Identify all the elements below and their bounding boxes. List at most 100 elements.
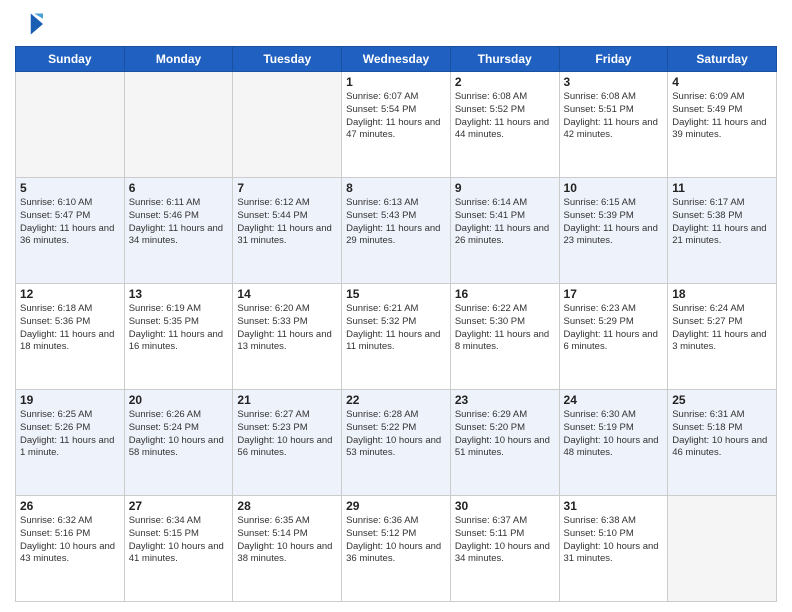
calendar-table: SundayMondayTuesdayWednesdayThursdayFrid… xyxy=(15,46,777,602)
day-number: 10 xyxy=(564,181,664,195)
calendar-cell: 12 Sunrise: 6:18 AMSunset: 5:36 PMDayligh… xyxy=(16,284,125,390)
calendar-cell: 10 Sunrise: 6:15 AMSunset: 5:39 PMDayligh… xyxy=(559,178,668,284)
calendar-cell: 28 Sunrise: 6:35 AMSunset: 5:14 PMDayligh… xyxy=(233,496,342,602)
header xyxy=(15,10,777,38)
calendar-cell xyxy=(16,72,125,178)
day-info: Sunrise: 6:10 AMSunset: 5:47 PMDaylight:… xyxy=(20,197,120,248)
calendar-cell: 20 Sunrise: 6:26 AMSunset: 5:24 PMDayligh… xyxy=(124,390,233,496)
calendar-header-thursday: Thursday xyxy=(450,47,559,72)
day-info: Sunrise: 6:24 AMSunset: 5:27 PMDaylight:… xyxy=(672,303,772,354)
calendar-cell: 4Sunrise: 6:09 AMSunset: 5:49 PMDaylight… xyxy=(668,72,777,178)
calendar-cell: 1 Sunrise: 6:07 AMSunset: 5:54 PMDaylight… xyxy=(342,72,451,178)
calendar-cell: 5 Sunrise: 6:10 AMSunset: 5:47 PMDaylight… xyxy=(16,178,125,284)
day-info: Sunrise: 6:07 AMSunset: 5:54 PMDaylight:… xyxy=(346,91,446,142)
day-number: 31 xyxy=(564,499,664,513)
day-info: Sunrise: 6:25 AMSunset: 5:26 PMDaylight:… xyxy=(20,409,120,460)
page: SundayMondayTuesdayWednesdayThursdayFrid… xyxy=(0,0,792,612)
day-number: 25 xyxy=(672,393,772,407)
day-info: Sunrise: 6:32 AMSunset: 5:16 PMDaylight:… xyxy=(20,515,120,566)
day-number: 14 xyxy=(237,287,337,301)
calendar-cell: 7 Sunrise: 6:12 AMSunset: 5:44 PMDaylight… xyxy=(233,178,342,284)
day-number: 13 xyxy=(129,287,229,301)
calendar-header-sunday: Sunday xyxy=(16,47,125,72)
day-info: Sunrise: 6:08 AMSunset: 5:51 PMDaylight:… xyxy=(564,91,664,142)
day-number: 1 xyxy=(346,75,446,89)
calendar-cell: 17 Sunrise: 6:23 AMSunset: 5:29 PMDayligh… xyxy=(559,284,668,390)
calendar-cell xyxy=(233,72,342,178)
calendar-cell: 26 Sunrise: 6:32 AMSunset: 5:16 PMDayligh… xyxy=(16,496,125,602)
calendar-header-saturday: Saturday xyxy=(668,47,777,72)
day-info: Sunrise: 6:08 AMSunset: 5:52 PMDaylight:… xyxy=(455,91,555,142)
day-info: Sunrise: 6:23 AMSunset: 5:29 PMDaylight:… xyxy=(564,303,664,354)
calendar-week-row: 19 Sunrise: 6:25 AMSunset: 5:26 PMDayligh… xyxy=(16,390,777,496)
calendar-cell: 29 Sunrise: 6:36 AMSunset: 5:12 PMDayligh… xyxy=(342,496,451,602)
calendar-week-row: 1 Sunrise: 6:07 AMSunset: 5:54 PMDaylight… xyxy=(16,72,777,178)
calendar-week-row: 5 Sunrise: 6:10 AMSunset: 5:47 PMDaylight… xyxy=(16,178,777,284)
calendar-header-friday: Friday xyxy=(559,47,668,72)
day-number: 20 xyxy=(129,393,229,407)
calendar-cell: 2 Sunrise: 6:08 AMSunset: 5:52 PMDaylight… xyxy=(450,72,559,178)
calendar-cell: 24 Sunrise: 6:30 AMSunset: 5:19 PMDayligh… xyxy=(559,390,668,496)
day-number: 2 xyxy=(455,75,555,89)
calendar-cell: 18 Sunrise: 6:24 AMSunset: 5:27 PMDayligh… xyxy=(668,284,777,390)
day-number: 23 xyxy=(455,393,555,407)
day-number: 22 xyxy=(346,393,446,407)
calendar-week-row: 26 Sunrise: 6:32 AMSunset: 5:16 PMDayligh… xyxy=(16,496,777,602)
day-number: 16 xyxy=(455,287,555,301)
day-info: Sunrise: 6:30 AMSunset: 5:19 PMDaylight:… xyxy=(564,409,664,460)
calendar-cell: 14Sunrise: 6:20 AMSunset: 5:33 PMDayligh… xyxy=(233,284,342,390)
calendar-week-row: 12 Sunrise: 6:18 AMSunset: 5:36 PMDayligh… xyxy=(16,284,777,390)
day-number: 30 xyxy=(455,499,555,513)
calendar-cell xyxy=(124,72,233,178)
calendar-cell: 3Sunrise: 6:08 AMSunset: 5:51 PMDaylight… xyxy=(559,72,668,178)
calendar-cell: 11Sunrise: 6:17 AMSunset: 5:38 PMDayligh… xyxy=(668,178,777,284)
day-number: 29 xyxy=(346,499,446,513)
calendar-cell: 8 Sunrise: 6:13 AMSunset: 5:43 PMDaylight… xyxy=(342,178,451,284)
day-number: 8 xyxy=(346,181,446,195)
day-info: Sunrise: 6:28 AMSunset: 5:22 PMDaylight:… xyxy=(346,409,446,460)
day-number: 6 xyxy=(129,181,229,195)
day-number: 18 xyxy=(672,287,772,301)
day-info: Sunrise: 6:26 AMSunset: 5:24 PMDaylight:… xyxy=(129,409,229,460)
day-info: Sunrise: 6:17 AMSunset: 5:38 PMDaylight:… xyxy=(672,197,772,248)
day-info: Sunrise: 6:34 AMSunset: 5:15 PMDaylight:… xyxy=(129,515,229,566)
logo xyxy=(15,10,47,38)
day-info: Sunrise: 6:19 AMSunset: 5:35 PMDaylight:… xyxy=(129,303,229,354)
day-info: Sunrise: 6:11 AMSunset: 5:46 PMDaylight:… xyxy=(129,197,229,248)
day-number: 24 xyxy=(564,393,664,407)
day-number: 28 xyxy=(237,499,337,513)
calendar-cell: 9Sunrise: 6:14 AMSunset: 5:41 PMDaylight… xyxy=(450,178,559,284)
day-info: Sunrise: 6:18 AMSunset: 5:36 PMDaylight:… xyxy=(20,303,120,354)
day-info: Sunrise: 6:22 AMSunset: 5:30 PMDaylight:… xyxy=(455,303,555,354)
day-info: Sunrise: 6:35 AMSunset: 5:14 PMDaylight:… xyxy=(237,515,337,566)
day-info: Sunrise: 6:27 AMSunset: 5:23 PMDaylight:… xyxy=(237,409,337,460)
day-info: Sunrise: 6:36 AMSunset: 5:12 PMDaylight:… xyxy=(346,515,446,566)
calendar-cell: 30 Sunrise: 6:37 AMSunset: 5:11 PMDayligh… xyxy=(450,496,559,602)
calendar-cell: 13 Sunrise: 6:19 AMSunset: 5:35 PMDayligh… xyxy=(124,284,233,390)
calendar-cell: 15 Sunrise: 6:21 AMSunset: 5:32 PMDayligh… xyxy=(342,284,451,390)
calendar-header-monday: Monday xyxy=(124,47,233,72)
calendar-cell: 23Sunrise: 6:29 AMSunset: 5:20 PMDayligh… xyxy=(450,390,559,496)
day-number: 15 xyxy=(346,287,446,301)
day-info: Sunrise: 6:12 AMSunset: 5:44 PMDaylight:… xyxy=(237,197,337,248)
logo-icon xyxy=(15,10,43,38)
day-info: Sunrise: 6:15 AMSunset: 5:39 PMDaylight:… xyxy=(564,197,664,248)
calendar-cell: 27 Sunrise: 6:34 AMSunset: 5:15 PMDayligh… xyxy=(124,496,233,602)
day-info: Sunrise: 6:13 AMSunset: 5:43 PMDaylight:… xyxy=(346,197,446,248)
calendar-cell xyxy=(668,496,777,602)
day-number: 19 xyxy=(20,393,120,407)
day-number: 12 xyxy=(20,287,120,301)
day-number: 5 xyxy=(20,181,120,195)
day-info: Sunrise: 6:21 AMSunset: 5:32 PMDaylight:… xyxy=(346,303,446,354)
calendar-header-row: SundayMondayTuesdayWednesdayThursdayFrid… xyxy=(16,47,777,72)
calendar-cell: 21Sunrise: 6:27 AMSunset: 5:23 PMDayligh… xyxy=(233,390,342,496)
day-number: 9 xyxy=(455,181,555,195)
day-info: Sunrise: 6:37 AMSunset: 5:11 PMDaylight:… xyxy=(455,515,555,566)
calendar-cell: 31 Sunrise: 6:38 AMSunset: 5:10 PMDayligh… xyxy=(559,496,668,602)
day-info: Sunrise: 6:31 AMSunset: 5:18 PMDaylight:… xyxy=(672,409,772,460)
day-number: 7 xyxy=(237,181,337,195)
day-number: 27 xyxy=(129,499,229,513)
day-number: 26 xyxy=(20,499,120,513)
day-info: Sunrise: 6:38 AMSunset: 5:10 PMDaylight:… xyxy=(564,515,664,566)
day-number: 17 xyxy=(564,287,664,301)
